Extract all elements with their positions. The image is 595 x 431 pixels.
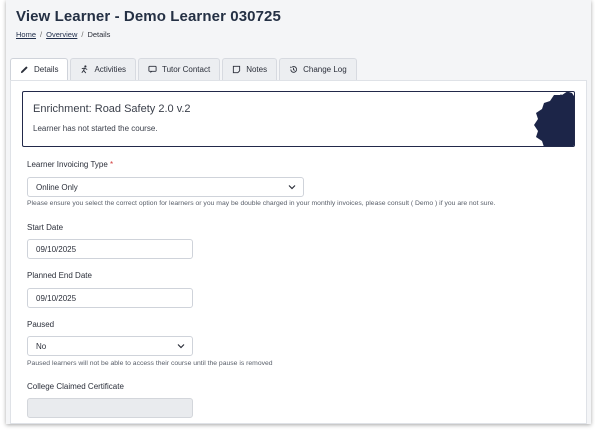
history-icon	[290, 66, 298, 73]
tab-activities[interactable]: Activities	[70, 58, 137, 80]
tab-label: Notes	[246, 65, 268, 74]
planned-end-date-value: 09/10/2025	[36, 293, 77, 303]
invoicing-type-value: Online Only	[36, 182, 78, 192]
start-date-label: Start Date	[27, 223, 64, 232]
paused-select[interactable]: No	[27, 336, 193, 356]
invoicing-type-help: Please ensure you select the correct opt…	[27, 200, 496, 207]
tab-tutor-contact[interactable]: Tutor Contact	[138, 58, 221, 80]
paused-help: Paused learners will not be able to acce…	[27, 360, 273, 367]
chevron-down-icon	[177, 344, 185, 349]
start-date-value: 09/10/2025	[36, 244, 77, 254]
paused-value: No	[36, 341, 47, 351]
course-title: Enrichment: Road Safety 2.0 v.2	[33, 103, 191, 115]
breadcrumb-home[interactable]: Home	[16, 30, 36, 39]
tab-label: Activities	[94, 65, 127, 74]
tab-label: Change Log	[303, 65, 347, 74]
pencil-icon	[20, 66, 28, 74]
tab-bar: Details Activities Tutor Contact Notes C…	[10, 58, 357, 80]
course-status: Learner has not started the course.	[33, 124, 158, 133]
invoicing-type-select[interactable]: Online Only	[27, 177, 304, 197]
breadcrumb-overview[interactable]: Overview	[46, 30, 77, 39]
details-panel: Enrichment: Road Safety 2.0 v.2 Learner …	[10, 80, 587, 424]
required-marker: *	[110, 160, 114, 169]
invoicing-type-label: Learner Invoicing Type *	[27, 160, 114, 169]
paused-label: Paused	[27, 320, 55, 329]
breadcrumb-current: Details	[87, 30, 111, 39]
course-card: Enrichment: Road Safety 2.0 v.2 Learner …	[22, 91, 575, 147]
tab-details[interactable]: Details	[10, 58, 69, 80]
college-certificate-input	[27, 398, 193, 418]
chat-icon	[148, 65, 157, 74]
app-frame: View Learner - Demo Learner 030725 Home /…	[6, 0, 591, 424]
planned-end-date-input[interactable]: 09/10/2025	[27, 288, 193, 308]
activity-icon	[81, 65, 88, 74]
seal-badge-icon	[534, 92, 574, 146]
tab-label: Details	[34, 65, 59, 74]
chevron-down-icon	[288, 185, 296, 190]
start-date-input[interactable]: 09/10/2025	[27, 239, 193, 259]
planned-end-date-label: Planned End Date	[27, 271, 92, 280]
tab-label: Tutor Contact	[162, 65, 211, 74]
breadcrumb: Home / Overview / Details	[16, 30, 111, 39]
note-icon	[233, 65, 241, 74]
tab-notes[interactable]: Notes	[222, 58, 278, 80]
tab-change-log[interactable]: Change Log	[279, 58, 357, 80]
page-title: View Learner - Demo Learner 030725	[16, 8, 281, 25]
college-certificate-label: College Claimed Certificate	[27, 382, 124, 391]
